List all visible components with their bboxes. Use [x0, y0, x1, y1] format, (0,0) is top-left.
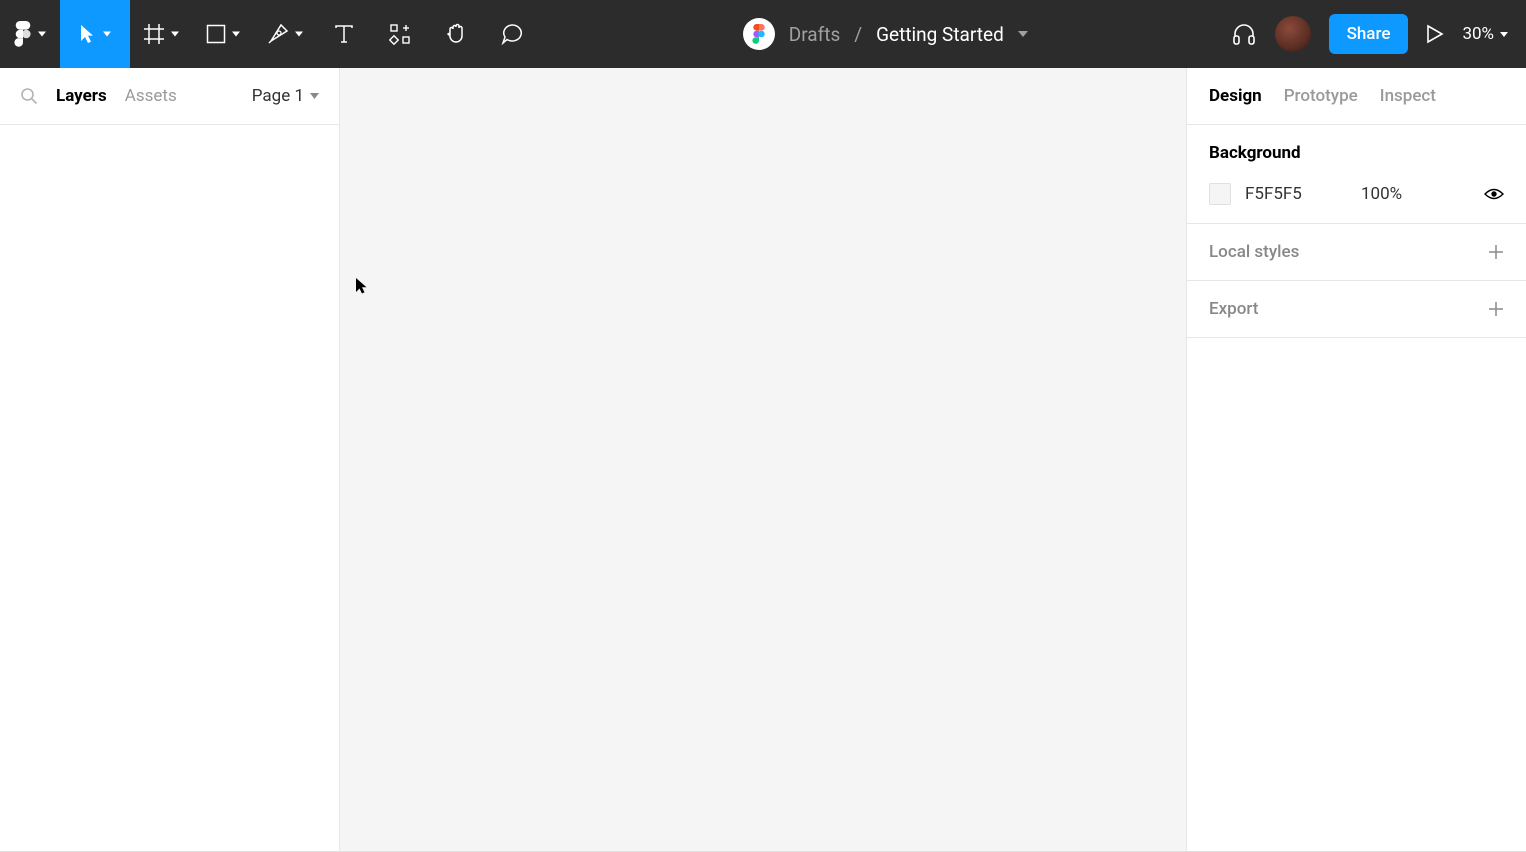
tab-layers[interactable]: Layers — [56, 86, 107, 106]
user-avatar[interactable] — [1275, 16, 1311, 52]
present-button[interactable] — [1426, 24, 1444, 44]
tab-assets[interactable]: Assets — [125, 86, 177, 106]
toolbar-right-group: Share 30% — [1231, 0, 1526, 68]
chevron-down-icon — [171, 30, 179, 38]
toolbar-left-group — [0, 0, 540, 68]
breadcrumb[interactable]: Drafts / Getting Started — [789, 23, 1028, 46]
chevron-down-icon[interactable] — [1018, 31, 1028, 37]
headphones-icon — [1231, 21, 1257, 47]
page-selector[interactable]: Page 1 — [252, 86, 319, 106]
top-toolbar: Drafts / Getting Started Share 30% — [0, 0, 1526, 68]
local-styles-section: Local styles — [1187, 224, 1526, 281]
color-swatch[interactable] — [1209, 183, 1231, 205]
comment-tool-button[interactable] — [484, 0, 540, 68]
text-tool-button[interactable] — [316, 0, 372, 68]
export-title: Export — [1209, 299, 1258, 319]
breadcrumb-filename[interactable]: Getting Started — [876, 23, 1004, 46]
share-button[interactable]: Share — [1329, 14, 1409, 54]
background-color-row: F5F5F5 100% — [1209, 183, 1504, 205]
background-title: Background — [1209, 143, 1504, 163]
color-hex-value[interactable]: F5F5F5 — [1245, 184, 1317, 204]
hand-tool-button[interactable] — [428, 0, 484, 68]
plus-icon — [1488, 244, 1504, 260]
comment-icon — [501, 23, 523, 45]
main-area: Layers Assets Page 1 Design Prototype In… — [0, 68, 1526, 852]
export-section: Export — [1187, 281, 1526, 338]
right-panel: Design Prototype Inspect Background F5F5… — [1186, 68, 1526, 852]
move-cursor-icon — [79, 23, 97, 45]
rectangle-icon — [206, 24, 226, 44]
pen-icon — [267, 23, 289, 45]
left-panel: Layers Assets Page 1 — [0, 68, 340, 852]
plus-icon — [1488, 301, 1504, 317]
canvas-area[interactable] — [340, 68, 1186, 852]
eye-icon — [1484, 187, 1504, 201]
chevron-down-icon — [310, 93, 319, 99]
tab-design[interactable]: Design — [1209, 86, 1262, 106]
chevron-down-icon — [38, 30, 46, 38]
breadcrumb-location[interactable]: Drafts — [789, 23, 841, 46]
chevron-down-icon — [1500, 32, 1508, 37]
chevron-down-icon — [295, 30, 303, 38]
search-icon — [20, 87, 38, 105]
pen-tool-button[interactable] — [254, 0, 316, 68]
right-panel-tabs: Design Prototype Inspect — [1187, 68, 1526, 125]
local-styles-title: Local styles — [1209, 242, 1299, 262]
text-icon — [334, 24, 354, 44]
main-menu-button[interactable] — [0, 0, 60, 68]
file-app-icon[interactable] — [743, 18, 775, 50]
add-local-style-button[interactable] — [1488, 244, 1504, 260]
page-label: Page 1 — [252, 86, 304, 106]
figma-color-logo-icon — [752, 24, 766, 44]
hand-icon — [445, 22, 467, 46]
zoom-level-label: 30% — [1462, 24, 1494, 44]
breadcrumb-separator: / — [854, 23, 862, 46]
add-export-button[interactable] — [1488, 301, 1504, 317]
play-icon — [1426, 24, 1444, 44]
search-button[interactable] — [20, 87, 38, 105]
visibility-toggle[interactable] — [1484, 187, 1504, 201]
zoom-selector[interactable]: 30% — [1462, 24, 1508, 44]
frame-icon — [143, 23, 165, 45]
audio-button[interactable] — [1231, 21, 1257, 47]
chevron-down-icon — [103, 30, 111, 38]
chevron-down-icon — [232, 30, 240, 38]
frame-tool-button[interactable] — [130, 0, 192, 68]
figma-logo-icon — [14, 21, 32, 47]
color-opacity-value[interactable]: 100% — [1361, 184, 1402, 204]
move-tool-button[interactable] — [60, 0, 130, 68]
toolbar-center-group: Drafts / Getting Started — [540, 18, 1231, 50]
shape-tool-button[interactable] — [192, 0, 254, 68]
resources-button[interactable] — [372, 0, 428, 68]
background-section: Background F5F5F5 100% — [1187, 125, 1526, 224]
resources-icon — [389, 23, 411, 45]
tab-prototype[interactable]: Prototype — [1284, 86, 1358, 106]
left-panel-header: Layers Assets Page 1 — [0, 68, 339, 125]
cursor-icon — [356, 278, 370, 296]
tab-inspect[interactable]: Inspect — [1380, 86, 1436, 106]
